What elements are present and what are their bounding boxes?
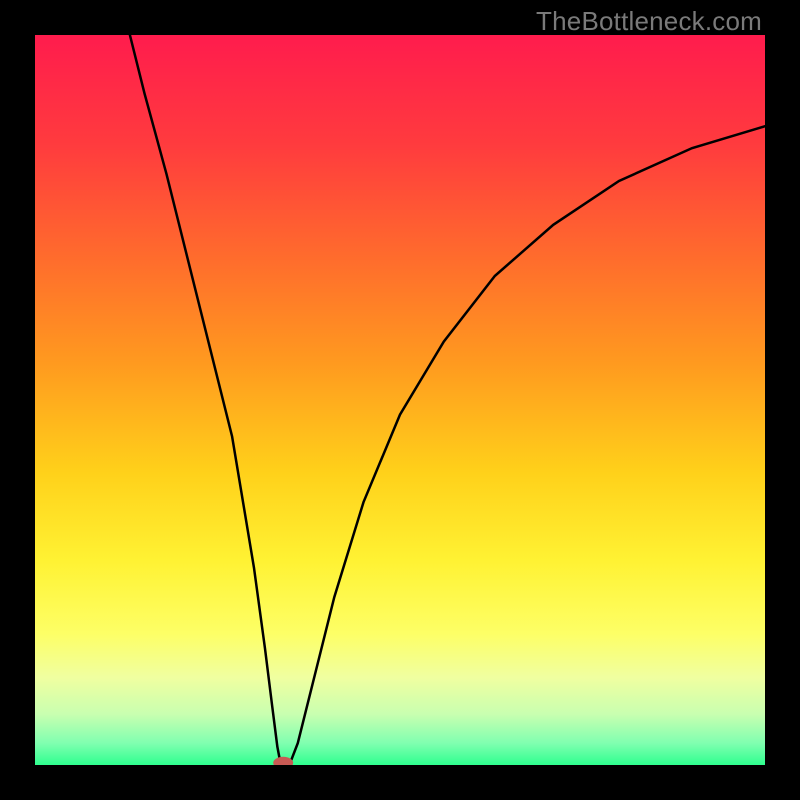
- plot-area: [35, 35, 765, 765]
- chart-frame: TheBottleneck.com: [0, 0, 800, 800]
- curve-left: [130, 35, 280, 762]
- watermark-label: TheBottleneck.com: [536, 6, 762, 37]
- bottleneck-marker: [273, 757, 293, 765]
- curve-right: [291, 126, 766, 762]
